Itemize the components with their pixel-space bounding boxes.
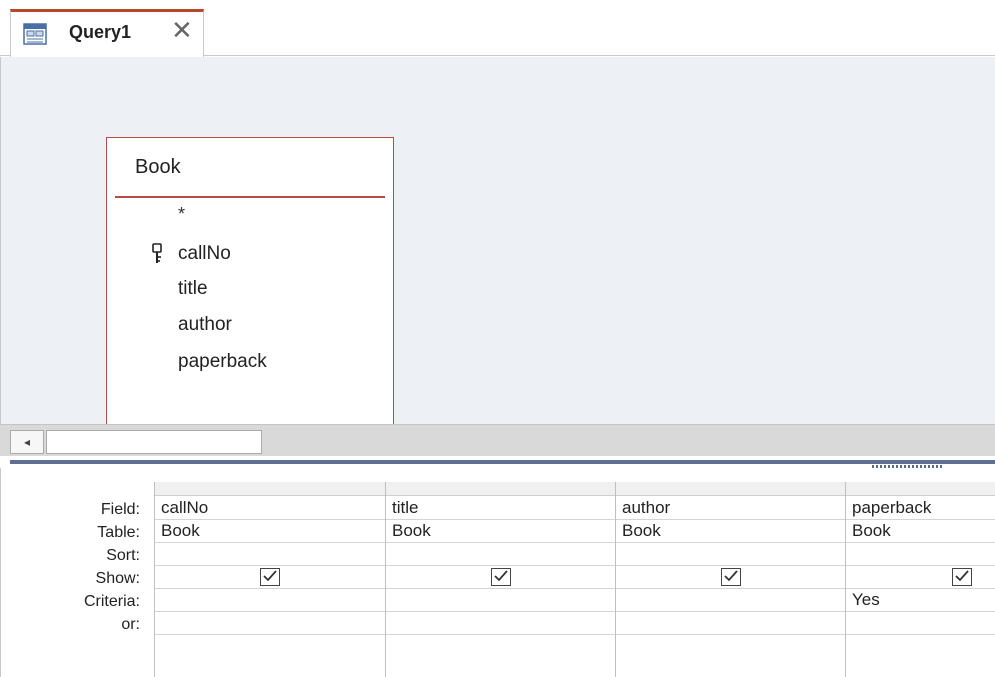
query-design-canvas[interactable]: Book * callNo title author paperback xyxy=(0,57,995,425)
document-tab-strip: Query1 ✕ xyxy=(0,0,995,57)
field-cell[interactable]: paperback xyxy=(846,497,995,520)
tab-label: Query1 xyxy=(69,22,132,42)
row-label-table: Table: xyxy=(97,524,140,541)
column-selector[interactable] xyxy=(846,482,995,496)
scroll-left-arrow-icon[interactable]: ◂ xyxy=(10,430,44,454)
criteria-cell[interactable]: Yes xyxy=(846,589,995,612)
field-item-author[interactable]: author xyxy=(178,314,232,336)
sort-cell[interactable] xyxy=(386,543,615,566)
grid-column-title[interactable]: title Book xyxy=(385,482,615,677)
table-cell[interactable]: Book xyxy=(155,520,385,543)
row-label-sort: Sort: xyxy=(106,547,140,564)
show-cell xyxy=(386,566,615,589)
field-cell[interactable]: author xyxy=(616,497,845,520)
query-design-grid: Field: Table: Sort: Show: Criteria: or: … xyxy=(0,468,995,677)
query-icon xyxy=(23,23,47,45)
show-checkbox[interactable] xyxy=(260,568,280,586)
or-cell[interactable] xyxy=(386,612,615,635)
scrollbar-thumb[interactable] xyxy=(46,430,262,454)
sort-cell[interactable] xyxy=(616,543,845,566)
table-cell[interactable]: Book xyxy=(386,520,615,543)
table-title-divider xyxy=(115,196,385,198)
show-cell xyxy=(846,566,995,589)
field-item-title[interactable]: title xyxy=(178,278,208,300)
horizontal-scrollbar[interactable]: ◂ xyxy=(0,424,995,456)
grid-column-paperback[interactable]: paperback Book Yes xyxy=(845,482,995,677)
show-cell xyxy=(155,566,385,589)
column-selector[interactable] xyxy=(386,482,615,496)
show-checkbox[interactable] xyxy=(952,568,972,586)
row-label-field: Field: xyxy=(100,501,140,518)
column-selector[interactable] xyxy=(155,482,385,496)
all-fields-item[interactable]: * xyxy=(178,204,185,225)
table-title[interactable]: Book xyxy=(135,156,181,179)
primary-key-icon xyxy=(150,243,164,265)
field-cell[interactable]: title xyxy=(386,497,615,520)
table-field-list-book[interactable]: Book * callNo title author paperback xyxy=(106,137,394,425)
or-cell[interactable] xyxy=(616,612,845,635)
column-selector[interactable] xyxy=(616,482,845,496)
criteria-cell[interactable] xyxy=(616,589,845,612)
criteria-cell[interactable] xyxy=(386,589,615,612)
tab-query1[interactable]: Query1 ✕ xyxy=(10,9,204,57)
row-label-criteria: Criteria: xyxy=(83,593,140,610)
table-cell[interactable]: Book xyxy=(616,520,845,543)
row-label-show: Show: xyxy=(95,570,140,587)
grid-column-author[interactable]: author Book xyxy=(615,482,845,677)
row-label-or: or: xyxy=(121,616,140,633)
sort-cell[interactable] xyxy=(155,543,385,566)
show-checkbox[interactable] xyxy=(721,568,741,586)
table-cell[interactable]: Book xyxy=(846,520,995,543)
or-cell[interactable] xyxy=(155,612,385,635)
field-cell[interactable]: callNo xyxy=(155,497,385,520)
field-item-callno[interactable]: callNo xyxy=(178,243,231,265)
field-item-paperback[interactable]: paperback xyxy=(178,351,267,373)
show-checkbox[interactable] xyxy=(491,568,511,586)
show-cell xyxy=(616,566,845,589)
or-cell[interactable] xyxy=(846,612,995,635)
splitter-bar[interactable] xyxy=(10,460,995,464)
sort-cell[interactable] xyxy=(846,543,995,566)
close-icon[interactable]: ✕ xyxy=(171,17,193,43)
grid-column-callno[interactable]: callNo Book xyxy=(154,482,385,677)
criteria-cell[interactable] xyxy=(155,589,385,612)
pane-splitter[interactable] xyxy=(0,456,995,469)
